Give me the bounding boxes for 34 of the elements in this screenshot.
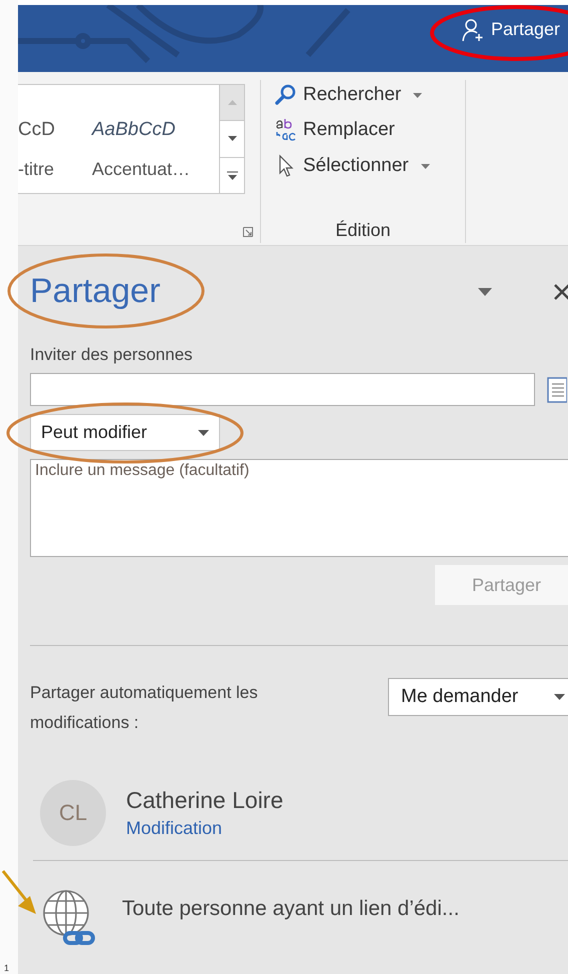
- add-person-icon: [460, 18, 485, 42]
- style-name: Accentuat…: [92, 159, 190, 180]
- ribbon-command[interactable]: Rechercher: [273, 80, 432, 110]
- auto-share-dropdown[interactable]: Me demander: [388, 678, 568, 716]
- down-arrow-icon: [228, 136, 236, 142]
- group-label: Édition: [335, 220, 391, 242]
- auto-share-label: Partager automatiquement les modifications :: [30, 682, 259, 734]
- style-sample[interactable]: CcD: [18, 119, 55, 141]
- ribbon-command[interactable]: Sélectionner: [273, 150, 432, 182]
- style-name: -titre: [18, 159, 54, 180]
- caret-icon[interactable]: [478, 288, 492, 296]
- page-number: 1: [3, 963, 10, 974]
- ribbon-command[interactable]: Remplacer: [273, 114, 432, 146]
- message-field[interactable]: Inclure un message (facultatif): [30, 459, 568, 557]
- link-permission-text[interactable]: Toute personne ayant un lien d’édi...: [122, 897, 460, 921]
- close-icon[interactable]: [554, 284, 568, 300]
- annotation-arrow: [2, 870, 38, 916]
- more-arrow-icon: [226, 170, 238, 180]
- caret-icon: [554, 694, 565, 700]
- style-sample[interactable]: AaBbCcD: [92, 119, 176, 141]
- caret-icon: [198, 430, 209, 436]
- field-label: Inviter des personnes: [30, 345, 194, 365]
- invite-field[interactable]: [30, 373, 535, 406]
- pane-title: Partager: [30, 272, 160, 310]
- avatar: CL: [40, 780, 106, 846]
- permission-link[interactable]: Modification: [126, 818, 284, 839]
- dialog-launcher-icon[interactable]: [243, 227, 253, 237]
- address-book-icon[interactable]: [547, 376, 567, 402]
- replace-icon: [275, 118, 297, 142]
- person-name: Catherine Loire: [126, 787, 284, 814]
- up-arrow-icon: [228, 100, 236, 106]
- search-icon: [275, 84, 297, 106]
- permission-dropdown[interactable]: Peut modifier: [30, 414, 220, 451]
- globe-link-icon: [42, 889, 98, 947]
